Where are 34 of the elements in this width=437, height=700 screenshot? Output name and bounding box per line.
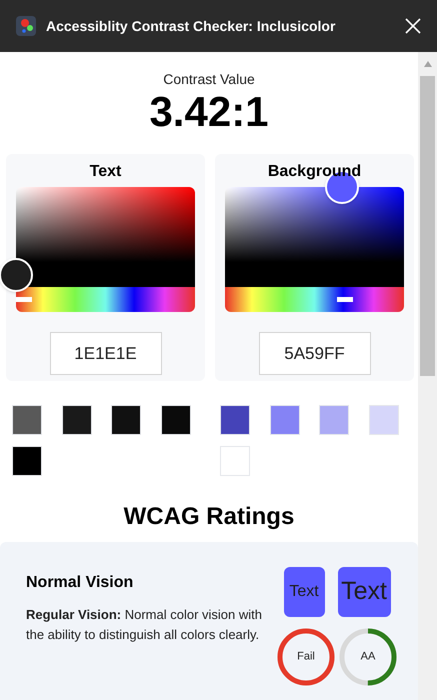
color-swatch[interactable] bbox=[220, 446, 250, 476]
card-description: Regular Vision: Normal color vision with the ability to distinguish all colors clearly. bbox=[26, 606, 263, 644]
rating-label: Fail bbox=[297, 650, 315, 664]
hex-input-field[interactable]: 5A59FF bbox=[258, 332, 370, 375]
close-icon[interactable] bbox=[405, 18, 421, 34]
contrast-label: Contrast Value bbox=[162, 70, 256, 88]
section-heading: WCAG Ratings bbox=[122, 502, 296, 532]
picker-title: Text bbox=[90, 162, 122, 182]
color-swatch[interactable] bbox=[12, 446, 42, 476]
color-swatch[interactable] bbox=[12, 405, 42, 435]
text-preview-tile: Text bbox=[338, 567, 390, 617]
window-title: Accessiblity Contrast Checker: Inclusicolor bbox=[46, 16, 336, 36]
color-swatch[interactable] bbox=[220, 405, 250, 435]
color-swatch[interactable] bbox=[270, 405, 300, 435]
color-swatch[interactable] bbox=[160, 405, 190, 435]
contrast-value: 3.42:1 bbox=[148, 88, 270, 136]
color-swatch[interactable] bbox=[368, 405, 398, 435]
color-swatch[interactable] bbox=[319, 405, 349, 435]
text-preview-tile: Text bbox=[284, 567, 324, 617]
scrollbar-thumb[interactable] bbox=[420, 76, 435, 376]
color-swatch[interactable] bbox=[62, 405, 92, 435]
hue-slider[interactable] bbox=[225, 287, 404, 312]
color-thumb[interactable] bbox=[0, 258, 33, 292]
rating-ring-icon bbox=[276, 627, 336, 687]
app-logo-icon bbox=[16, 16, 36, 36]
hex-input-field[interactable]: 1E1E1E bbox=[50, 332, 162, 375]
picker-title: Background bbox=[268, 162, 362, 182]
saturation-area[interactable] bbox=[16, 187, 195, 287]
hue-slider[interactable] bbox=[16, 287, 195, 312]
card-title: Normal Vision bbox=[26, 573, 134, 593]
saturation-area[interactable] bbox=[225, 187, 404, 287]
color-swatch[interactable] bbox=[111, 405, 141, 435]
rating-label: AA bbox=[360, 650, 376, 664]
rating-ring-icon bbox=[338, 627, 398, 687]
